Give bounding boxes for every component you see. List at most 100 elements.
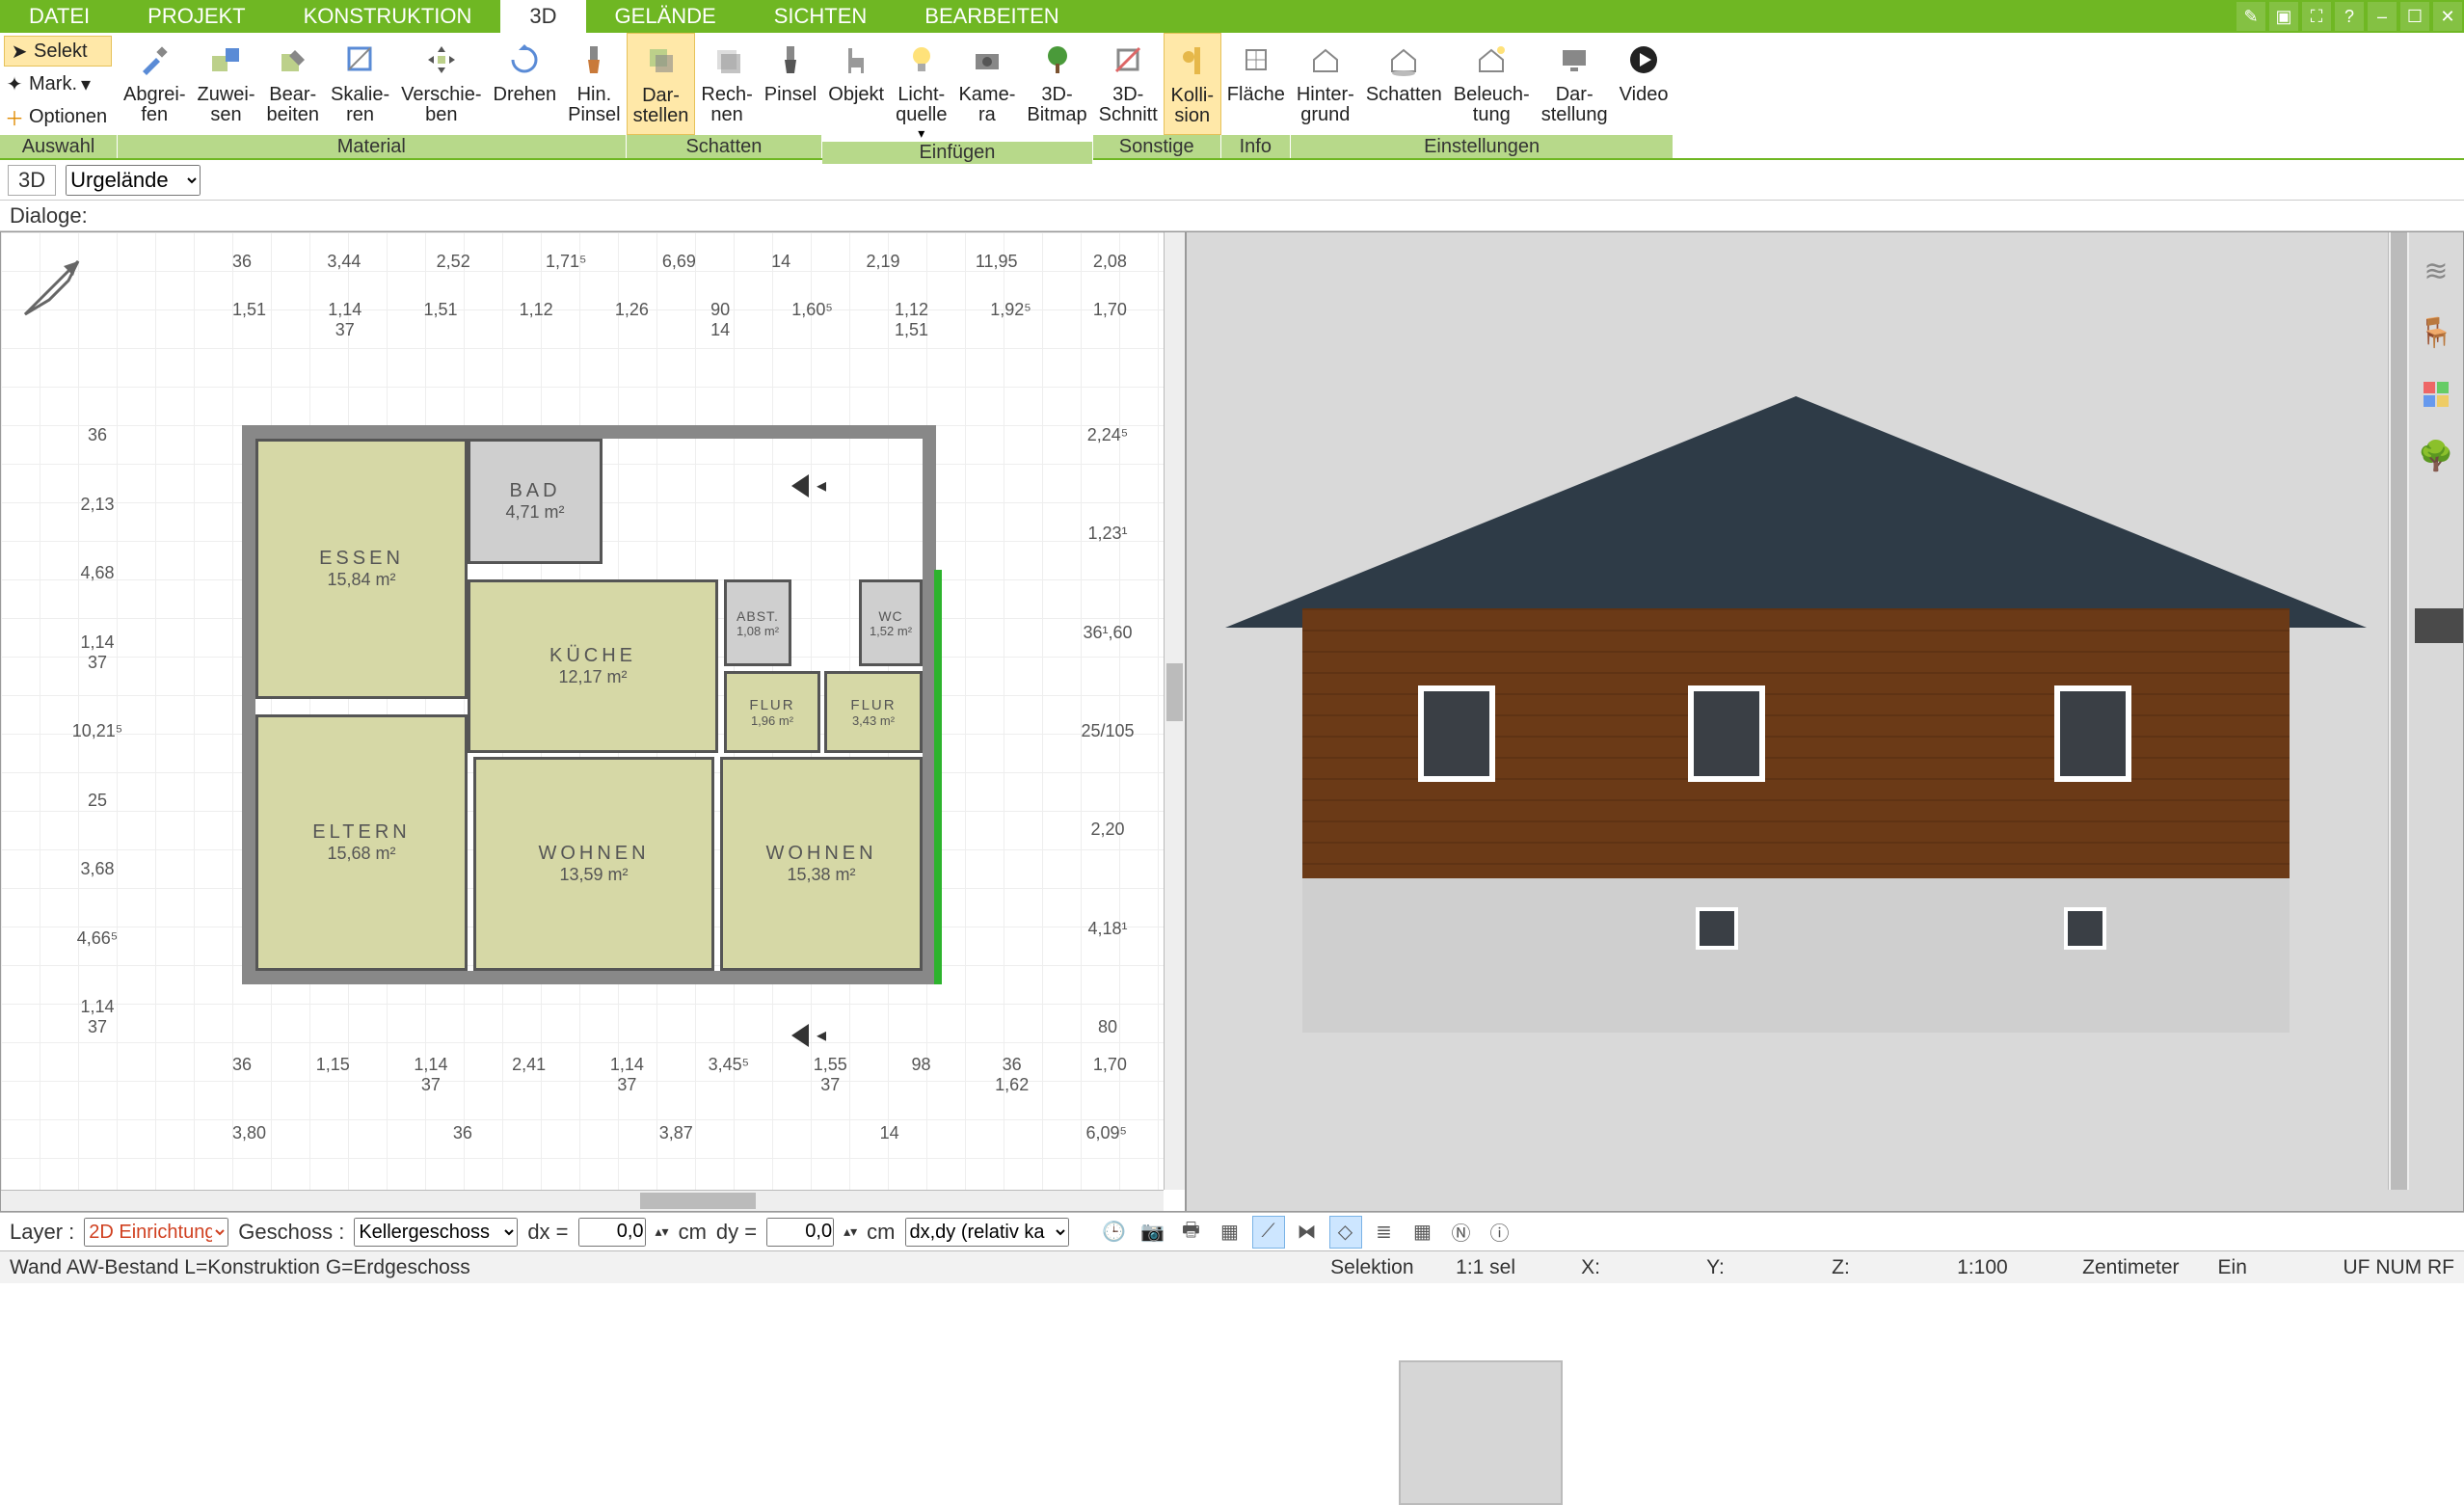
camera-small-icon[interactable]: 📷 [1137, 1216, 1169, 1249]
room-kueche[interactable]: KÜCHE12,17 m² [468, 579, 718, 753]
status-z: Z: [1832, 1256, 1918, 1279]
dx-input[interactable] [578, 1218, 646, 1247]
einfuegen-objekt-button[interactable]: Objekt [822, 33, 890, 142]
room-essen[interactable]: ESSEN15,84 m² [255, 439, 468, 699]
clock-icon[interactable]: 🕒 [1098, 1216, 1131, 1249]
layer-select[interactable]: 2D Einrichtung [84, 1218, 228, 1247]
brush-icon [573, 39, 615, 81]
dimensions-top-2: 1,511,14 371,511,121,2690 141,60⁵1,12 1,… [232, 300, 1127, 340]
einfuegen-lichtquelle-button[interactable]: Licht- quelle▾ [890, 33, 952, 142]
material-bearbeiten-button[interactable]: Bear- beiten [261, 33, 326, 135]
room-wohnen1[interactable]: WOHNEN13,59 m² [473, 757, 714, 971]
shadow-calc-icon [706, 39, 748, 81]
house-light-icon [1470, 39, 1513, 81]
layers-panel-icon[interactable]: ≋ [2417, 252, 2455, 290]
einfuegen-3dbitmap-button[interactable]: 3D- Bitmap [1021, 33, 1092, 142]
snap-endpoint-icon[interactable]: ⟋ [1252, 1216, 1285, 1249]
terrain-select[interactable]: Urgelände [66, 165, 201, 196]
schatten-pinsel-button[interactable]: Pinsel [759, 33, 822, 135]
floorplan-vscroll[interactable] [1164, 232, 1185, 1190]
info-flaeche-button[interactable]: Fläche [1221, 33, 1291, 135]
room-abst[interactable]: ABST.1,08 m² [724, 579, 791, 666]
3d-vscroll[interactable] [2388, 232, 2409, 1190]
status-flags: UF NUM RF [2343, 1256, 2454, 1279]
right-panel-handle[interactable] [2415, 608, 2463, 643]
room-flur2[interactable]: FLUR3,43 m² [824, 671, 923, 753]
select-multi-icon[interactable]: ▦ [1214, 1216, 1246, 1249]
schatten-rechnen-button[interactable]: Rech- nen [695, 33, 758, 135]
view-3d-pane[interactable]: ≋ 🪑 🌳 [1186, 231, 2464, 1212]
material-abgreifen-button[interactable]: Abgrei- fen [118, 33, 191, 135]
room-bad[interactable]: BAD4,71 m² [468, 439, 603, 564]
room-eltern[interactable]: ELTERN15,68 m² [255, 714, 468, 971]
menu-tab-datei[interactable]: DATEI [0, 0, 119, 33]
material-zuweisen-button[interactable]: Zuwei- sen [191, 33, 260, 135]
einfuegen-kamera-button[interactable]: Kame- ra [952, 33, 1021, 142]
menu-tab-bearbeiten[interactable]: BEARBEITEN [896, 0, 1087, 33]
house-3d [1264, 396, 2328, 999]
minimize-icon[interactable]: – [2368, 2, 2397, 31]
material-drehen-button[interactable]: Drehen [488, 33, 563, 135]
dy-label: dy = [716, 1220, 757, 1245]
menu-tab-konstruktion[interactable]: KONSTRUKTION [275, 0, 501, 33]
cursor-icon: ➤ [9, 40, 30, 64]
help-icon[interactable]: ? [2335, 2, 2364, 31]
schatten-darstellen-button[interactable]: Dar- stellen [627, 33, 696, 135]
titlebar-tool-1-icon[interactable]: ✎ [2236, 2, 2265, 31]
plants-panel-icon[interactable]: 🌳 [2417, 437, 2455, 475]
dimensions-bottom-2: 3,80363,87146,09⁵ [232, 1123, 1127, 1143]
close-icon[interactable]: ✕ [2433, 2, 2462, 31]
bottom-toolbar: Layer : 2D Einrichtung Geschoss : Keller… [0, 1212, 2464, 1250]
einst-beleuchtung-button[interactable]: Beleuch- tung [1448, 33, 1536, 135]
materials-panel-icon[interactable] [2417, 375, 2455, 414]
menu-tab-3d[interactable]: 3D [500, 0, 585, 33]
material-pinsel-button[interactable]: Hin. Pinsel [562, 33, 626, 135]
cursor-info-icon[interactable]: ⓘ [1484, 1216, 1516, 1249]
sonstige-kollision-button[interactable]: Kolli- sion [1164, 33, 1221, 135]
menu-tab-gelaende[interactable]: GELÄNDE [586, 0, 745, 33]
edit-material-icon [272, 39, 314, 81]
menu-tab-sichten[interactable]: SICHTEN [745, 0, 897, 33]
snap-plane-icon[interactable]: ◇ [1329, 1216, 1362, 1249]
titlebar-tool-3-icon[interactable]: ⛶ [2302, 2, 2331, 31]
floorplan-hscroll[interactable] [1, 1190, 1164, 1211]
floorplan-2d-pane[interactable]: 363,442,521,71⁵6,69142,1911,952,08 1,511… [0, 231, 1186, 1212]
ribbon-group-einstellungen: Einstellungen [1291, 135, 1674, 158]
snap-mid-icon[interactable]: ⧓ [1291, 1216, 1324, 1249]
select-tool-button[interactable]: ➤Selekt [4, 36, 112, 67]
sonstige-3dschnitt-button[interactable]: 3D- Schnitt [1093, 33, 1164, 135]
room-wc[interactable]: WC1,52 m² [859, 579, 923, 666]
section-3d-icon [1107, 39, 1149, 81]
titlebar-tool-2-icon[interactable]: ▣ [2269, 2, 2298, 31]
grid-toggle-icon[interactable]: ▦ [1406, 1216, 1439, 1249]
play-icon [1622, 39, 1665, 81]
furniture-panel-icon[interactable]: 🪑 [2417, 313, 2455, 352]
menu-tab-projekt[interactable]: PROJEKT [119, 0, 274, 33]
coord-mode-select[interactable]: dx,dy (relativ ka [905, 1218, 1069, 1247]
status-scale: 1:100 [1957, 1256, 2044, 1279]
einst-darstellung-button[interactable]: Dar- stellung [1536, 33, 1614, 135]
view-mode-tag[interactable]: 3D [8, 165, 56, 196]
dx-unit: cm [679, 1220, 707, 1245]
layer-filter-icon[interactable]: ≣ [1368, 1216, 1401, 1249]
north-toggle-icon[interactable]: Ⓝ [1445, 1216, 1478, 1249]
einst-schatten-button[interactable]: Schatten [1360, 33, 1448, 135]
einst-video-button[interactable]: Video [1614, 33, 1674, 135]
roof [1225, 396, 2367, 628]
garage-door [1399, 1360, 1563, 1505]
mark-icon: ✦ [4, 72, 25, 96]
maximize-icon[interactable]: ☐ [2400, 2, 2429, 31]
eyedropper-icon [133, 39, 175, 81]
status-hint: Wand AW-Bestand L=Konstruktion G=Erdgesc… [10, 1256, 470, 1279]
options-button[interactable]: ＋Optionen [4, 101, 112, 132]
room-wohnen2[interactable]: WOHNEN15,38 m² [720, 757, 923, 971]
mark-tool-button[interactable]: ✦Mark.▾ [4, 68, 112, 99]
dy-input[interactable] [766, 1218, 834, 1247]
einst-hintergrund-button[interactable]: Hinter- grund [1291, 33, 1360, 135]
print-icon[interactable]: 🖶 [1175, 1216, 1208, 1249]
geschoss-select[interactable]: Kellergeschoss [354, 1218, 518, 1247]
view-selector-bar: 3D Urgelände [0, 160, 2464, 201]
material-skalieren-button[interactable]: Skalie- ren [325, 33, 395, 135]
room-flur1[interactable]: FLUR1,96 m² [724, 671, 820, 753]
material-verschieben-button[interactable]: Verschie- ben [395, 33, 487, 135]
